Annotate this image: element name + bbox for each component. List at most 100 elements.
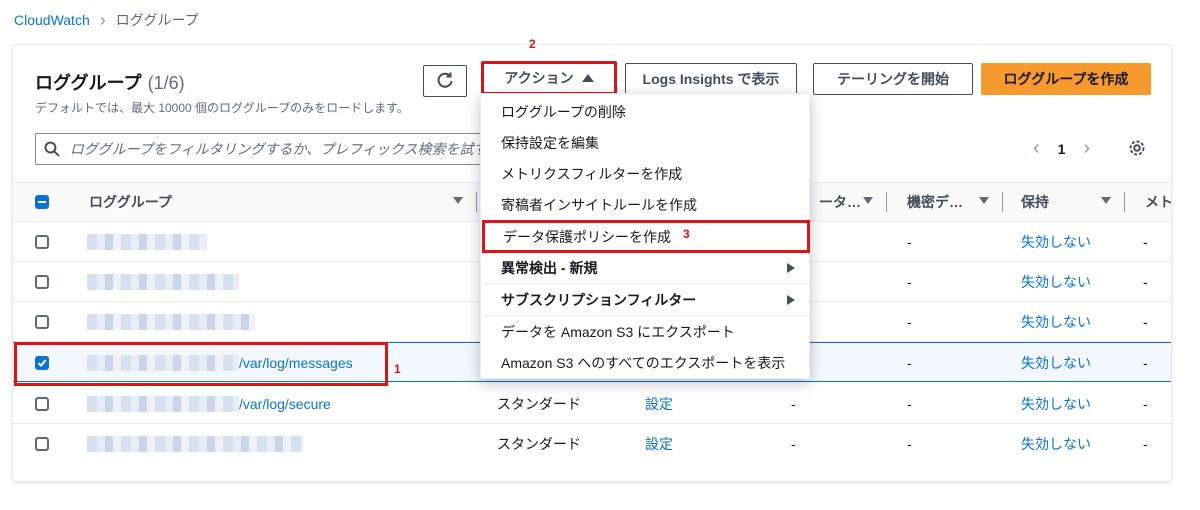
start-tailing-button[interactable]: テーリングを開始 — [813, 63, 973, 95]
breadcrumb-cloudwatch-link[interactable]: CloudWatch — [14, 12, 90, 28]
row-checkbox-cell — [35, 262, 49, 302]
search-input[interactable] — [67, 140, 484, 158]
log-class-cell: スタンダード — [497, 436, 581, 452]
menu-item-export-to-s3[interactable]: データを Amazon S3 にエクスポート — [481, 316, 809, 347]
redacted-name — [87, 274, 239, 290]
selection-count: (1/6) — [147, 73, 185, 93]
retention-link[interactable]: 失効しない — [1021, 424, 1091, 464]
menu-item-create-contributor-insights-rule[interactable]: 寄稿者インサイトルールを作成 — [481, 189, 809, 220]
annotation-step-3: 3 — [683, 226, 690, 241]
select-all-checkbox[interactable] — [35, 195, 49, 209]
page-title-text: ロググループ — [35, 73, 142, 93]
actions-button-label: アクション — [504, 70, 574, 86]
log-class-cell: スタンダード — [497, 396, 581, 412]
create-log-group-button[interactable]: ロググループを作成 — [981, 63, 1151, 95]
sensitive-data-cell: - — [907, 314, 912, 330]
logs-insights-button[interactable]: Logs Insights で表示 — [625, 63, 797, 95]
row-checkbox-cell — [35, 343, 49, 383]
redacted-name — [87, 234, 207, 250]
next-page-icon[interactable]: › — [1083, 137, 1090, 160]
refresh-icon — [437, 72, 453, 88]
page-title: ロググループ (1/6) — [35, 69, 185, 95]
row-checkbox[interactable] — [35, 437, 49, 451]
menu-item-create-data-protection-policy[interactable]: データ保護ポリシーを作成 3 — [482, 220, 810, 253]
pagination: ‹ 1 › — [1033, 137, 1090, 160]
log-group-name-link[interactable] — [87, 262, 239, 302]
sensitive-data-cell: - — [907, 274, 912, 290]
column-header-metrics[interactable]: メト — [1125, 183, 1172, 221]
menu-item-anomaly-detection[interactable]: 異常検出 - 新規 — [481, 252, 809, 283]
subscription-settings-link[interactable]: 設定 — [645, 384, 673, 424]
subscription-settings-link[interactable]: 設定 — [645, 424, 673, 464]
log-group-name-suffix[interactable]: /var/log/secure — [239, 396, 331, 412]
table-row[interactable]: スタンダード 設定 - - 失効しない - — [13, 424, 1171, 464]
menu-item-subscription-filter-label: サブスクリプションフィルター — [501, 291, 697, 308]
current-page-number[interactable]: 1 — [1058, 141, 1066, 157]
search-box — [35, 133, 485, 165]
column-header-log-group[interactable]: ロググループ — [75, 183, 477, 221]
table-row[interactable]: /var/log/secure スタンダード 設定 - - 失効しない - — [13, 384, 1171, 424]
menu-item-delete-log-group[interactable]: ロググループの削除 — [481, 96, 809, 127]
column-header-data-protection-label: ータ… — [819, 194, 861, 210]
checkmark-icon — [37, 359, 47, 368]
row-checkbox[interactable] — [35, 235, 49, 249]
row-checkbox-cell — [35, 302, 49, 342]
column-header-sensitive-data[interactable]: 機密デ… — [887, 183, 1003, 221]
data-protection-cell: - — [791, 396, 796, 412]
select-all-cell — [35, 183, 75, 221]
menu-item-create-data-protection-policy-label: データ保護ポリシーを作成 — [503, 228, 671, 245]
metrics-cell: - — [1143, 314, 1148, 330]
row-checkbox-cell — [35, 384, 49, 424]
refresh-button[interactable] — [423, 65, 467, 97]
redacted-name — [87, 396, 239, 412]
menu-item-create-metric-filter[interactable]: メトリクスフィルターを作成 — [481, 158, 809, 189]
sort-icon[interactable] — [453, 197, 463, 204]
previous-page-icon[interactable]: ‹ — [1033, 137, 1040, 160]
redacted-name — [87, 355, 239, 371]
retention-link[interactable]: 失効しない — [1021, 222, 1091, 262]
log-group-name-link[interactable]: /var/log/messages — [87, 343, 353, 383]
sort-icon[interactable] — [863, 197, 873, 204]
menu-item-subscription-filter[interactable]: サブスクリプションフィルター — [481, 284, 809, 315]
metrics-cell: - — [1143, 436, 1148, 452]
actions-button[interactable]: アクション — [481, 61, 617, 95]
metrics-cell: - — [1143, 355, 1148, 371]
sensitive-data-cell: - — [907, 396, 912, 412]
menu-item-edit-retention[interactable]: 保持設定を編集 — [481, 127, 809, 158]
log-group-name-link[interactable] — [87, 302, 255, 342]
breadcrumb: CloudWatch › ロググループ — [14, 10, 199, 30]
column-header-metrics-label: メト — [1145, 194, 1172, 210]
retention-link[interactable]: 失効しない — [1021, 302, 1091, 342]
retention-link[interactable]: 失効しない — [1021, 343, 1091, 383]
log-group-name-link[interactable]: /var/log/secure — [87, 384, 331, 424]
redacted-name — [87, 314, 255, 330]
log-group-name-suffix[interactable]: /var/log/messages — [239, 355, 353, 371]
sensitive-data-cell: - — [907, 436, 912, 452]
row-checkbox[interactable] — [35, 275, 49, 289]
breadcrumb-current: ロググループ — [115, 12, 199, 28]
actions-dropdown-menu: ロググループの削除 保持設定を編集 メトリクスフィルターを作成 寄稿者インサイト… — [480, 93, 810, 379]
sort-icon[interactable] — [979, 197, 989, 204]
column-header-log-group-label: ロググループ — [89, 194, 172, 210]
retention-link[interactable]: 失効しない — [1021, 262, 1091, 302]
column-header-sensitive-data-label: 機密デ… — [907, 194, 963, 210]
row-checkbox[interactable] — [35, 315, 49, 329]
row-checkbox-checked[interactable] — [35, 356, 49, 370]
menu-item-view-s3-exports[interactable]: Amazon S3 へのすべてのエクスポートを表示 — [481, 347, 809, 378]
sort-icon[interactable] — [1101, 197, 1111, 204]
annotation-step-2: 2 — [529, 37, 536, 51]
metrics-cell: - — [1143, 396, 1148, 412]
row-checkbox-cell — [35, 424, 49, 464]
column-header-retention[interactable]: 保持 — [1003, 183, 1125, 221]
page-description: デフォルトでは、最大 10000 個のロググループのみをロードします。 — [35, 101, 409, 115]
log-group-name-link[interactable] — [87, 222, 207, 262]
chevron-right-icon: › — [99, 10, 106, 30]
submenu-arrow-icon — [787, 295, 795, 305]
retention-link[interactable]: 失効しない — [1021, 384, 1091, 424]
annotation-step-1: 1 — [394, 362, 401, 376]
log-group-name-link[interactable] — [87, 424, 303, 464]
row-checkbox[interactable] — [35, 397, 49, 411]
search-icon — [44, 141, 60, 157]
redacted-name — [87, 436, 303, 452]
gear-icon[interactable] — [1127, 138, 1147, 158]
